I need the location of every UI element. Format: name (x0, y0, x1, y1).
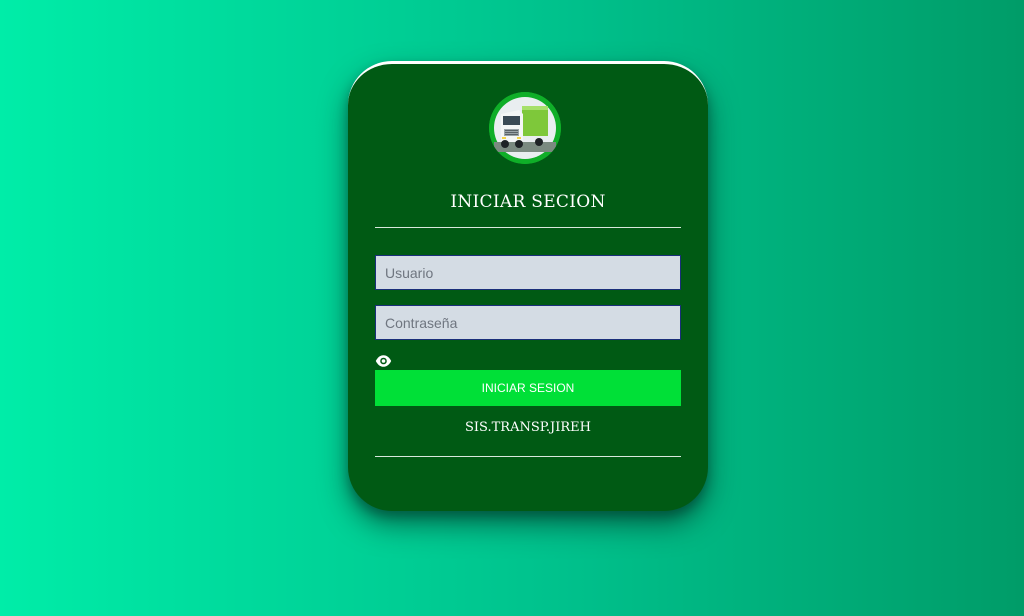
title-divider (375, 227, 681, 228)
login-card: INICIAR SECION INICIAR SESION SIS.TRANSP… (348, 61, 708, 511)
system-name-label: SIS.TRANSP.JIREH (465, 420, 591, 435)
eye-icon[interactable] (375, 353, 392, 367)
truck-logo-icon (489, 92, 561, 164)
password-input[interactable] (375, 305, 681, 340)
login-title: INICIAR SECION (450, 192, 606, 212)
login-button[interactable]: INICIAR SESION (375, 370, 681, 406)
username-input[interactable] (375, 255, 681, 290)
footer-divider (375, 456, 681, 457)
